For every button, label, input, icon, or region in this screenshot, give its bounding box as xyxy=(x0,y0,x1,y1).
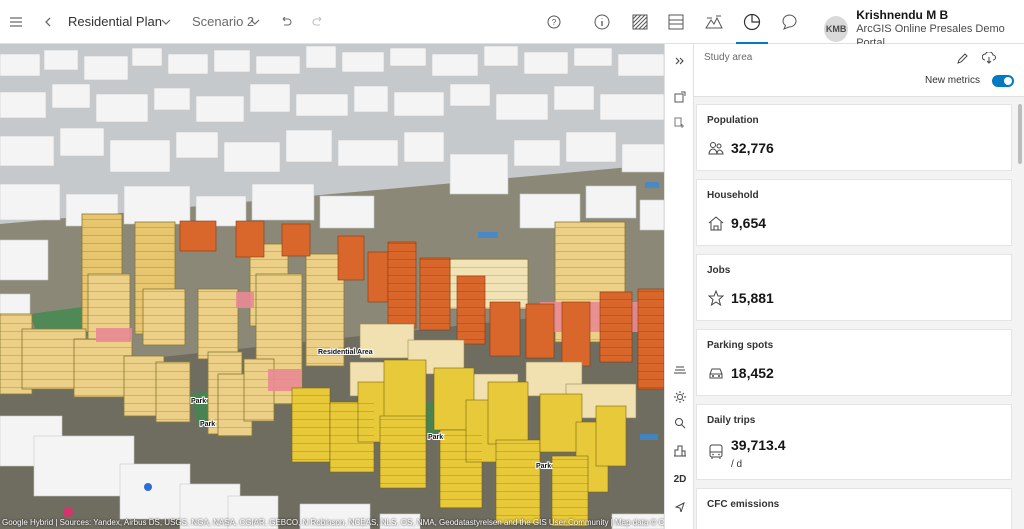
metric-title: Jobs xyxy=(707,265,731,276)
back-icon[interactable] xyxy=(34,8,62,36)
collapse-panel-icon[interactable] xyxy=(665,48,695,74)
layers-icon[interactable] xyxy=(665,410,695,436)
edit-pencil-icon[interactable] xyxy=(956,52,968,70)
map-label-park-2: Park xyxy=(200,421,215,428)
metrics-panel: Study area New metrics Population 32,776… xyxy=(694,44,1024,529)
daylight-icon[interactable] xyxy=(665,384,695,410)
metric-card-parking: Parking spots 18,452 xyxy=(696,329,1012,396)
hatch-icon[interactable] xyxy=(626,8,654,36)
layout-icon[interactable] xyxy=(662,8,690,36)
metric-card-cfc-emissions: CFC emissions xyxy=(696,488,1012,529)
plan-title[interactable]: Residential Plan xyxy=(68,14,162,29)
map-label-park-1: Park xyxy=(191,398,206,405)
plan-chevron-down-icon[interactable] xyxy=(152,8,180,36)
metric-value: 39,713.4 xyxy=(731,437,786,453)
metric-unit: / d xyxy=(731,459,743,470)
metric-value: 15,881 xyxy=(731,290,774,306)
panel-header: Study area New metrics xyxy=(694,44,1024,97)
metric-title: Daily trips xyxy=(707,415,756,426)
elevation-icon[interactable] xyxy=(665,356,695,382)
star-icon xyxy=(707,289,725,307)
metric-card-jobs: Jobs 15,881 xyxy=(696,254,1012,321)
help-icon[interactable]: ? xyxy=(540,8,568,36)
metric-title: CFC emissions xyxy=(707,499,780,510)
download-icon[interactable] xyxy=(981,51,996,69)
terrain-icon[interactable] xyxy=(700,8,728,36)
scene-view[interactable]: Residential Area Park Park Park Park Goo… xyxy=(0,44,664,529)
metric-card-population: Population 32,776 xyxy=(696,104,1012,171)
view-mode-toggle[interactable]: 2D xyxy=(665,466,695,492)
metric-title: Parking spots xyxy=(707,340,774,351)
people-icon xyxy=(707,139,725,157)
redo-icon[interactable] xyxy=(304,8,332,36)
undo-icon[interactable] xyxy=(272,8,300,36)
bus-icon xyxy=(707,443,725,461)
top-bar: Residential Plan Scenario 2 ? KMB Krishn… xyxy=(0,0,1024,49)
map-label-park-4: Park xyxy=(536,463,551,470)
metric-card-daily-trips: Daily trips 39,713.4 / d xyxy=(696,404,1012,480)
metric-value: 9,654 xyxy=(731,215,767,231)
menu-icon[interactable] xyxy=(2,8,30,36)
view-tools-rail: 2D xyxy=(664,44,694,529)
comment-icon[interactable] xyxy=(775,8,803,36)
scenario-chevron-down-icon[interactable] xyxy=(241,8,269,36)
compass-icon[interactable] xyxy=(665,494,695,520)
map-attribution[interactable]: Google Hybrid | Sources: Yandex, Airbus … xyxy=(2,518,664,527)
car-icon xyxy=(707,364,725,382)
metric-value: 32,776 xyxy=(731,140,774,156)
dashboard-icon[interactable] xyxy=(736,8,768,44)
metric-card-household: Household 9,654 xyxy=(696,179,1012,246)
metric-value: 18,452 xyxy=(731,365,774,381)
buildings-icon[interactable] xyxy=(665,438,695,464)
metric-title: Household xyxy=(707,190,759,201)
map-label-residential-area: Residential Area xyxy=(318,349,373,356)
panel-scrollbar[interactable] xyxy=(1018,104,1022,164)
map-label-park-3: Park xyxy=(428,434,443,441)
info-icon[interactable] xyxy=(588,8,616,36)
study-area-label: Study area xyxy=(704,52,753,63)
new-metrics-label: New metrics xyxy=(924,75,980,86)
new-metrics-toggle[interactable] xyxy=(992,75,1014,87)
city-scene: Residential Area Park Park Park Park xyxy=(0,44,664,529)
metric-title: Population xyxy=(707,115,759,126)
layer-select-icon[interactable] xyxy=(665,110,695,136)
user-name: Krishnendu M B xyxy=(856,8,949,22)
svg-text:?: ? xyxy=(552,18,557,27)
house-icon xyxy=(707,214,725,232)
avatar[interactable]: KMB xyxy=(824,16,849,42)
layer-add-icon[interactable] xyxy=(665,84,695,110)
